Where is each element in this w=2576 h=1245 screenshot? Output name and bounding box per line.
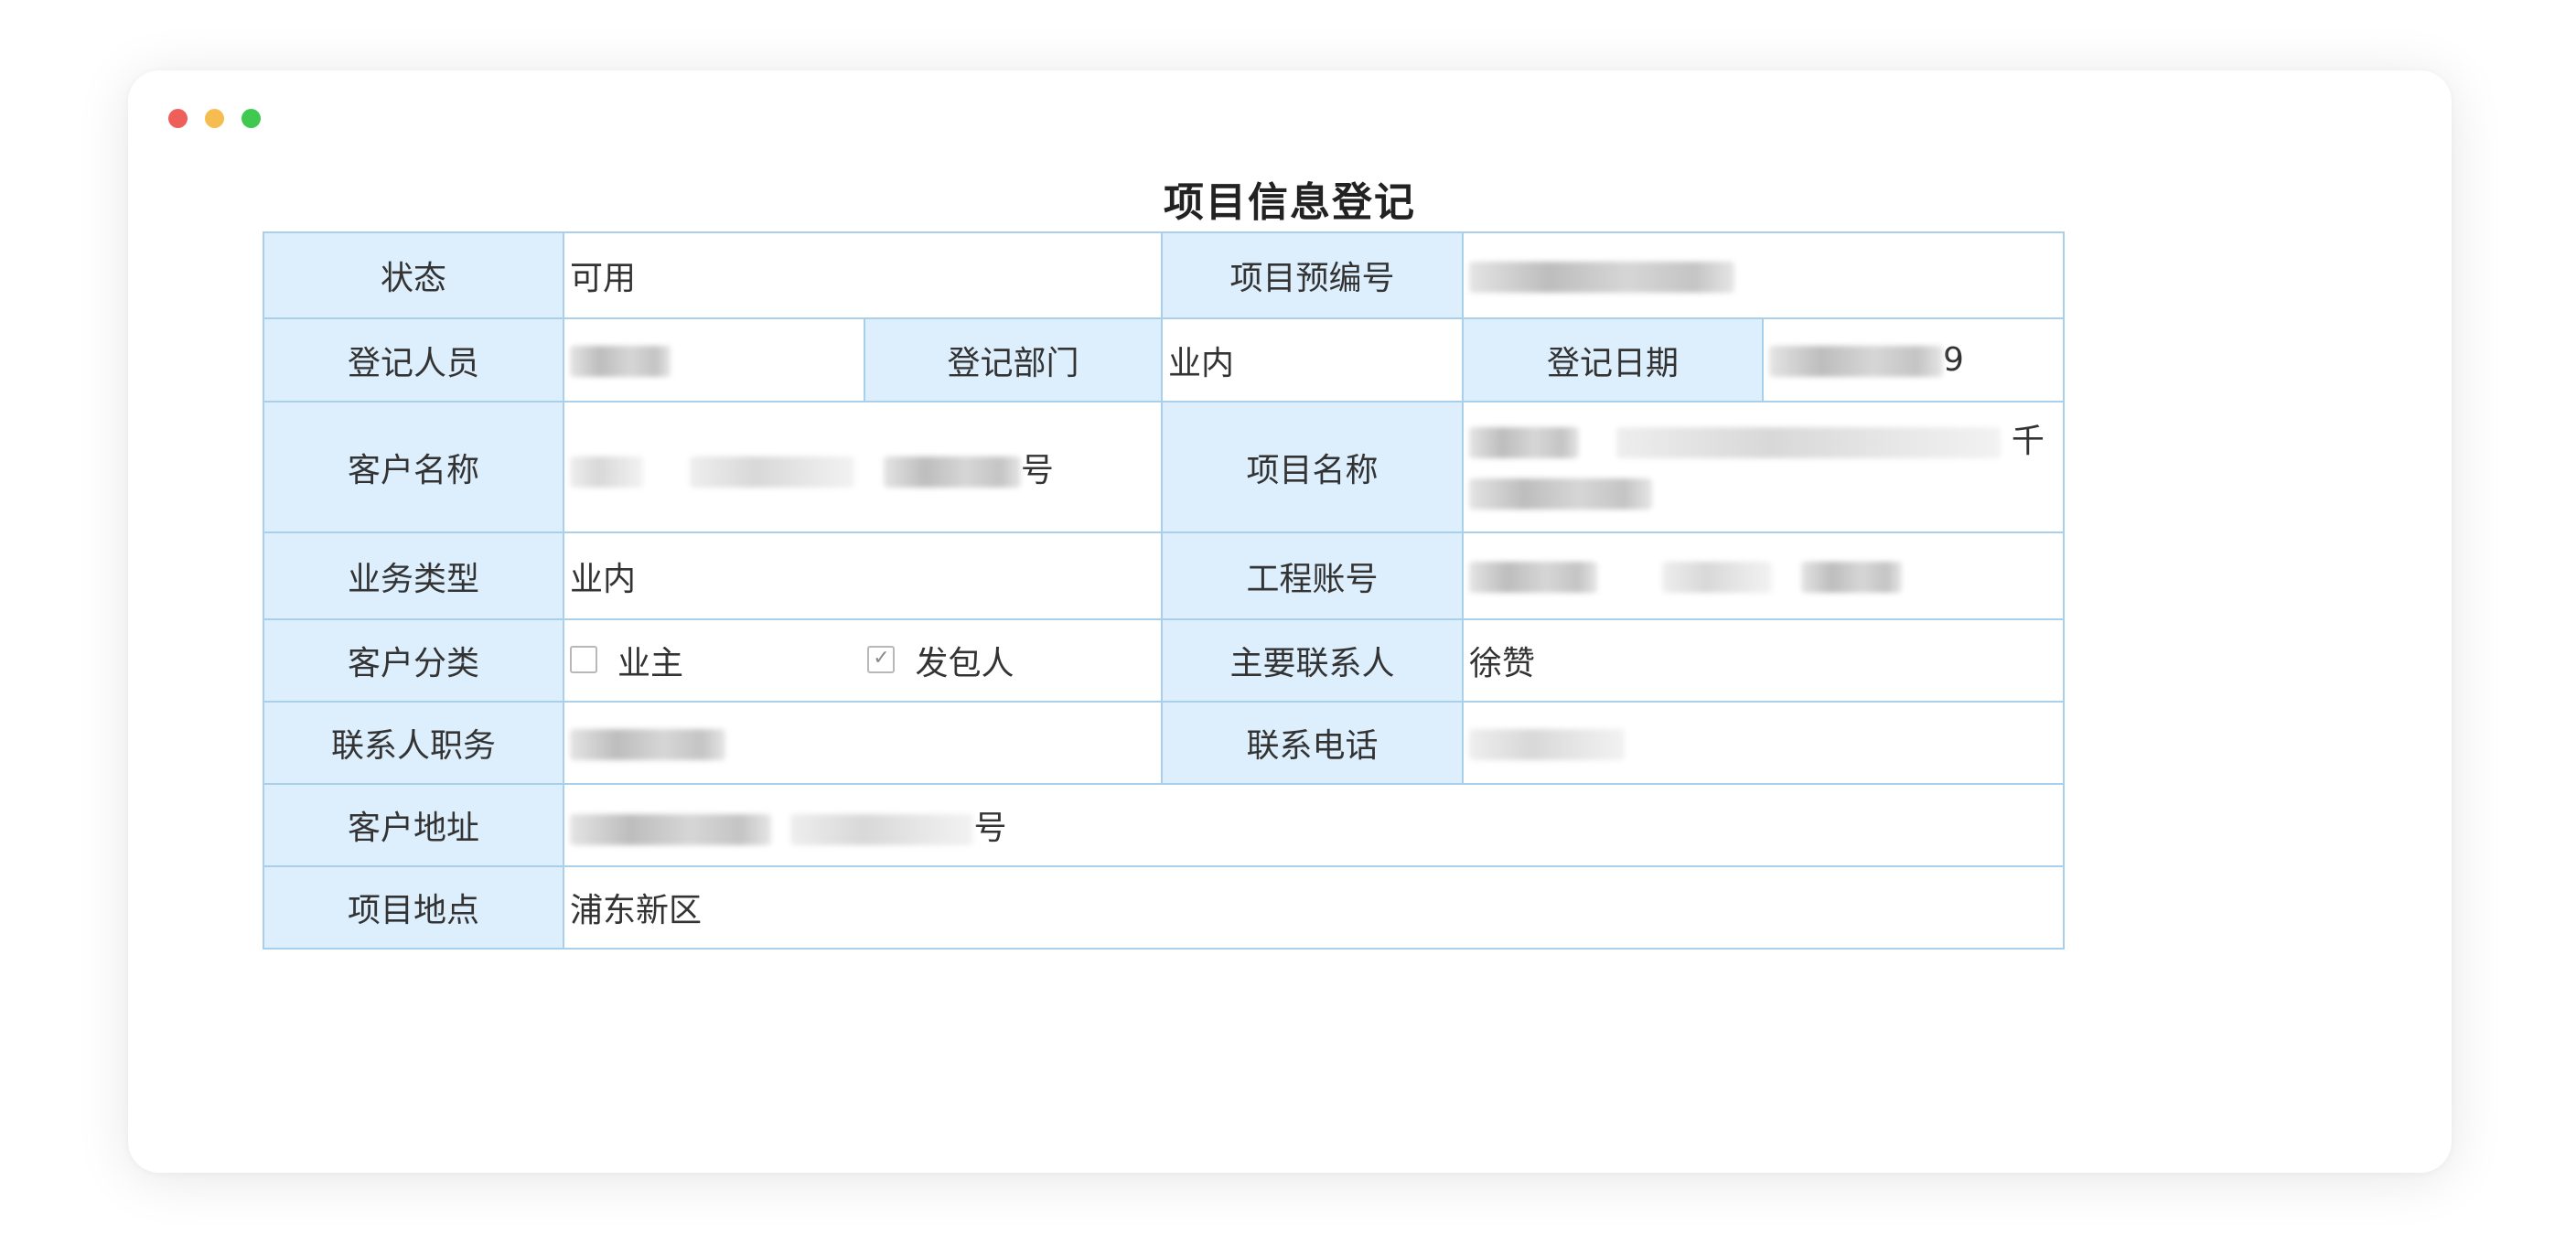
form-row-registrar: 登记人员 登记部门 业内 登记日期 9: [263, 317, 2066, 402]
client-address-value: 号: [562, 783, 2066, 867]
date-label: 登记日期: [1462, 317, 1765, 402]
project-location-value: 浦东新区: [562, 865, 2066, 950]
window-controls: [168, 109, 261, 128]
minimize-window-button[interactable]: [205, 109, 224, 128]
project-name-value: 千: [1462, 401, 2066, 533]
phone-label: 联系电话: [1161, 701, 1465, 785]
client-name-value: 号: [562, 401, 1164, 533]
redacted-pre-number: [1469, 261, 1735, 293]
form-row-client-address: 客户地址 号: [263, 783, 2066, 867]
pre-number-value: [1462, 231, 2066, 319]
redacted-phone: [1469, 728, 1626, 760]
client-name-label: 客户名称: [263, 401, 564, 533]
client-category-options: 业主 ✓ 发包人: [562, 618, 1164, 703]
account-value: [1462, 531, 2066, 620]
business-type-value: 业内: [562, 531, 1164, 620]
account-label: 工程账号: [1161, 531, 1465, 620]
option-contractor[interactable]: ✓ 发包人: [867, 637, 1014, 684]
form-row-project-location: 项目地点 浦东新区: [263, 865, 2066, 950]
redacted-client-address-2: [790, 814, 974, 845]
status-value: 可用: [562, 231, 1164, 319]
status-label: 状态: [263, 231, 564, 319]
phone-value: [1462, 701, 2066, 785]
registrar-value: [563, 317, 865, 402]
main-contact-value: 徐赞: [1462, 618, 2066, 703]
redacted-date: [1769, 346, 1944, 377]
project-info-form: 状态 可用 项目预编号 登记人员 登记部门 业内 登记日期 9 客户名称 号 项…: [263, 231, 2066, 950]
contact-position-value: [562, 701, 1164, 785]
pre-number-label: 项目预编号: [1161, 231, 1465, 319]
project-location-label: 项目地点: [263, 865, 564, 950]
main-contact-label: 主要联系人: [1161, 618, 1465, 703]
contact-position-label: 联系人职务: [263, 701, 564, 785]
client-name-tail: 号: [1020, 451, 1054, 489]
client-address-label: 客户地址: [263, 783, 564, 867]
form-row-client-name: 客户名称 号 项目名称 千: [263, 401, 2066, 533]
redacted-project-name-2: [1616, 426, 2002, 458]
form-row-client-category: 客户分类 业主 ✓ 发包人 主要联系人 徐赞: [263, 618, 2066, 703]
page-title: 项目信息登记: [1164, 179, 1416, 226]
redacted-client-name-1: [570, 456, 643, 488]
project-name-label: 项目名称: [1161, 401, 1465, 533]
redacted-client-name-3: [883, 456, 1021, 488]
redacted-account-2: [1662, 562, 1773, 593]
client-category-label: 客户分类: [263, 618, 564, 703]
form-row-business-type: 业务类型 业内 工程账号: [263, 531, 2066, 620]
owner-option-label: 业主: [617, 645, 684, 682]
date-value-tail: 9: [1943, 341, 1964, 379]
owner-checkbox[interactable]: [570, 646, 597, 673]
redacted-contact-position: [570, 728, 725, 760]
department-value: 业内: [1161, 317, 1465, 402]
maximize-window-button[interactable]: [242, 109, 261, 128]
registrar-label: 登记人员: [263, 317, 564, 402]
redacted-project-name-3: [1469, 478, 1653, 510]
redacted-client-address-1: [570, 814, 771, 845]
check-icon: ✓: [873, 647, 890, 670]
contractor-checkbox[interactable]: ✓: [867, 646, 896, 673]
redacted-project-name-1: [1469, 426, 1580, 458]
contractor-option-label: 发包人: [915, 645, 1014, 682]
department-label: 登记部门: [863, 317, 1164, 402]
option-owner[interactable]: 业主: [570, 637, 683, 684]
close-window-button[interactable]: [168, 109, 188, 128]
redacted-registrar: [570, 346, 671, 377]
redacted-account-3: [1800, 562, 1902, 593]
redacted-account-1: [1469, 562, 1598, 593]
project-name-tail: 千: [2011, 422, 2045, 460]
business-type-label: 业务类型: [263, 531, 564, 620]
form-row-contact-position: 联系人职务 联系电话: [263, 701, 2066, 785]
redacted-client-name-2: [690, 456, 855, 488]
date-value: 9: [1762, 317, 2066, 402]
form-row-status: 状态 可用 项目预编号: [263, 231, 2066, 319]
client-address-tail: 号: [973, 810, 1007, 847]
